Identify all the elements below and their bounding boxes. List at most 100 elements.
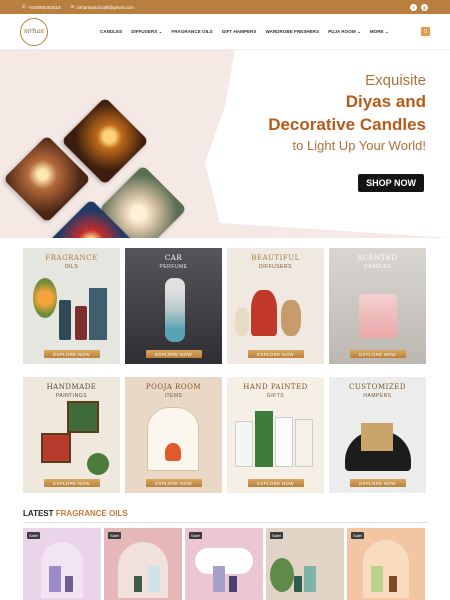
category-subtitle: OILS	[64, 264, 79, 270]
category-subtitle: GIFTS	[266, 393, 285, 399]
category-title: CUSTOMIZED	[349, 383, 406, 391]
category-grid-row-2: HANDMADE PAINTINGS EXPLORE NOW POOJA ROO…	[23, 377, 428, 493]
painted-glass-image	[255, 411, 273, 467]
diffuser-image	[251, 290, 277, 336]
nav-item-gift-hampers[interactable]: GIFT HAMPERS	[222, 29, 257, 35]
category-subtitle: PAINTINGS	[55, 393, 88, 399]
phone-contact[interactable]: ✆ +916006263018	[22, 4, 60, 10]
sale-badge: Sale!	[270, 532, 284, 539]
top-contact-bar: ✆ +916006263018 ✉ nirhanhandicraft@gmail.c…	[0, 0, 450, 14]
product-arch	[118, 542, 168, 598]
category-subtitle: PERFUME	[159, 264, 188, 270]
sale-badge: Sale!	[27, 532, 41, 539]
hero-line-1: Exquisite	[365, 72, 426, 89]
product-card[interactable]: Sale!	[23, 528, 101, 600]
flower-vase-image	[33, 278, 57, 318]
explore-now-button[interactable]: EXPLORE NOW	[247, 479, 304, 487]
cart-count: 0	[424, 28, 427, 35]
instagram-icon[interactable]: ◎	[421, 3, 428, 11]
category-title: POOJA ROOM	[145, 383, 202, 391]
category-title: FRAGRANCE	[45, 254, 98, 262]
painted-glass-image	[295, 419, 313, 467]
temple-image	[147, 407, 199, 471]
explore-now-button[interactable]: EXPLORE NOW	[349, 350, 406, 358]
mail-icon: ✉	[70, 4, 75, 9]
shop-now-button[interactable]: SHOP NOW	[358, 174, 424, 192]
product-arch	[41, 542, 83, 598]
category-card-fragrance-oils[interactable]: FRAGRANCE OILS EXPLORE NOW	[23, 248, 120, 364]
product-list: Sale! Sale! Sale! Sale! Sale!	[23, 528, 425, 600]
phone-icon: ✆	[22, 4, 26, 9]
product-box	[213, 566, 225, 592]
category-subtitle: CANDLES	[363, 264, 392, 270]
nav-item-diffusers[interactable]: DIFFUSERS ⌄	[131, 29, 162, 35]
category-title: BEAUTIFUL	[251, 254, 300, 262]
product-card[interactable]: Sale!	[104, 528, 182, 600]
oil-bottle-image	[59, 300, 71, 340]
facebook-icon[interactable]: f	[410, 3, 417, 11]
oil-bottle-image	[75, 306, 87, 340]
product-card[interactable]: Sale!	[185, 528, 263, 600]
category-card-beautiful-diffusers[interactable]: BEAUTIFUL DIFFUSERS EXPLORE NOW	[227, 248, 324, 364]
category-card-pooja-room-items[interactable]: POOJA ROOM ITEMS EXPLORE NOW	[125, 377, 222, 493]
section-heading-latest: LATEST FRAGRANCE OILS	[23, 509, 128, 518]
sale-badge: Sale!	[108, 532, 122, 539]
category-grid-row-1: FRAGRANCE OILS EXPLORE NOW CAR PERFUME E…	[23, 248, 428, 364]
explore-now-button[interactable]: EXPLORE NOW	[145, 350, 202, 358]
category-subtitle: DIFFUSERS	[259, 264, 292, 270]
nav-item-wardrobe-freshers[interactable]: WARDROBE FRESHERS	[265, 29, 319, 35]
painted-glass-image	[275, 417, 293, 467]
hero-line-4: to Light Up Your World!	[292, 138, 426, 153]
section-heading-highlight: FRAGRANCE OILS	[55, 509, 128, 518]
nav-item-fragrance-oils[interactable]: FRAGRANCE OILS	[171, 29, 212, 35]
product-card[interactable]: Sale!	[347, 528, 425, 600]
hero-line-3: Decorative Candles	[268, 115, 426, 134]
hero-banner: Exquisite Diyas and Decorative Candles t…	[0, 50, 450, 238]
explore-now-button[interactable]: EXPLORE NOW	[349, 479, 406, 487]
nav-item-more[interactable]: MORE ⌄	[370, 29, 389, 35]
diffuser-image	[281, 300, 301, 336]
category-title: HAND PAINTED	[243, 383, 308, 391]
category-card-scented-candles[interactable]: SCENTED CANDLES EXPLORE NOW	[329, 248, 426, 364]
painting-image	[67, 401, 99, 433]
category-title: CAR	[164, 254, 183, 262]
product-box	[304, 566, 316, 592]
category-card-hand-painted-gifts[interactable]: HAND PAINTED GIFTS EXPLORE NOW	[227, 377, 324, 493]
product-bottle	[134, 576, 142, 592]
product-bottle	[389, 576, 397, 592]
cart-icon[interactable]: 0	[421, 27, 430, 36]
product-bottle	[65, 576, 73, 592]
product-box	[371, 566, 383, 592]
oil-box-image	[89, 288, 107, 340]
explore-now-button[interactable]: EXPLORE NOW	[247, 350, 304, 358]
plant-image	[87, 453, 109, 475]
email-contact[interactable]: ✉ nirhanhandicraft@gmail.com	[70, 4, 133, 10]
explore-now-button[interactable]: EXPLORE NOW	[43, 350, 100, 358]
category-card-customized-hampers[interactable]: CUSTOMIZED HAMPERS EXPLORE NOW	[329, 377, 426, 493]
product-card[interactable]: Sale!	[266, 528, 344, 600]
product-box	[148, 566, 160, 592]
product-arch	[363, 540, 409, 598]
explore-now-button[interactable]: EXPLORE NOW	[145, 479, 202, 487]
category-title: SCENTED	[357, 254, 398, 262]
section-divider	[23, 522, 428, 523]
nav-item-candles[interactable]: CANDLES	[100, 29, 122, 35]
category-title: HANDMADE	[46, 383, 97, 391]
main-navigation: nirhan CANDLES DIFFUSERS ⌄ FRAGRANCE OIL…	[0, 14, 450, 50]
deity-image	[165, 443, 181, 461]
sale-badge: Sale!	[189, 532, 203, 539]
diffuser-image	[235, 308, 249, 336]
explore-now-button[interactable]: EXPLORE NOW	[43, 479, 100, 487]
category-subtitle: ITEMS	[164, 393, 183, 399]
site-logo[interactable]: nirhan	[20, 17, 48, 46]
category-card-handmade-paintings[interactable]: HANDMADE PAINTINGS EXPLORE NOW	[23, 377, 120, 493]
product-plant	[270, 558, 294, 592]
category-card-car-perfume[interactable]: CAR PERFUME EXPLORE NOW	[125, 248, 222, 364]
category-subtitle: HAMPERS	[363, 393, 392, 399]
nav-item-puja-room[interactable]: PUJA ROOM ⌄	[328, 29, 361, 35]
nav-menu: CANDLES DIFFUSERS ⌄ FRAGRANCE OILS GIFT …	[100, 29, 389, 35]
painted-glass-image	[235, 421, 253, 467]
sale-badge: Sale!	[351, 532, 365, 539]
hero-text: Exquisite Diyas and Decorative Candles t…	[268, 72, 426, 153]
product-box	[49, 566, 61, 592]
